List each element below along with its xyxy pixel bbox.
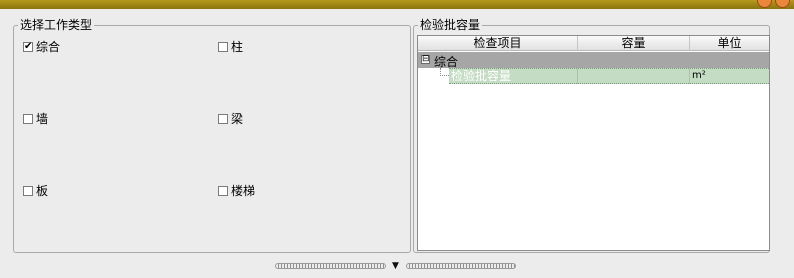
checkbox-louti[interactable]: 楼梯	[218, 182, 255, 199]
checkbox-label: 墙	[36, 112, 49, 126]
column-header-capacity[interactable]: 容量	[578, 36, 690, 51]
splitter-grip-right[interactable]	[405, 263, 516, 269]
checkbox-box[interactable]	[218, 41, 228, 52]
checkbox-box[interactable]	[218, 113, 228, 124]
batch-capacity-group: 检验批容量 检查项目 容量 单位 ⊟ 综合 检验批容量 m²	[413, 18, 770, 253]
column-header-unit[interactable]: 单位	[690, 36, 769, 51]
cell-item[interactable]: 检验批容量	[449, 69, 578, 84]
checkbox-label: 楼梯	[231, 184, 256, 198]
minimize-button[interactable]	[757, 0, 772, 8]
panel-splitter[interactable]: ▼	[275, 262, 516, 271]
checkbox-ban[interactable]: 板	[23, 182, 48, 199]
table-group-row[interactable]: ⊟ 综合	[418, 52, 769, 69]
chevron-down-icon[interactable]: ▼	[386, 262, 406, 271]
checkbox-zhu[interactable]: 柱	[218, 38, 243, 55]
table-row[interactable]: 检验批容量 m²	[449, 68, 769, 84]
batch-capacity-legend: 检验批容量	[418, 18, 483, 32]
checkbox-box[interactable]	[23, 113, 33, 124]
collapse-icon[interactable]: ⊟	[421, 55, 430, 64]
checkbox-liang[interactable]: 梁	[218, 110, 243, 127]
checkbox-box[interactable]	[218, 185, 228, 196]
cell-capacity[interactable]	[578, 69, 690, 84]
checkbox-label: 板	[36, 184, 49, 198]
work-type-legend: 选择工作类型	[18, 18, 95, 32]
splitter-grip-left[interactable]	[275, 263, 386, 269]
table-header: 检查项目 容量 单位	[418, 36, 769, 51]
checkbox-qiang[interactable]: 墙	[23, 110, 48, 127]
checkbox-box[interactable]: ✔	[23, 41, 33, 52]
close-button[interactable]	[775, 0, 790, 8]
capacity-table[interactable]: 检查项目 容量 单位 ⊟ 综合 检验批容量 m²	[417, 35, 770, 251]
checkbox-label: 综合	[36, 40, 61, 54]
checkbox-label: 柱	[231, 40, 244, 54]
window-titlebar	[0, 0, 794, 9]
tree-connector	[440, 68, 449, 76]
checkbox-label: 梁	[231, 112, 244, 126]
cell-unit[interactable]: m²	[690, 69, 769, 84]
checkbox-box[interactable]	[23, 185, 33, 196]
checkbox-zonghe[interactable]: ✔ 综合	[23, 38, 60, 55]
work-type-group: 选择工作类型 ✔ 综合 柱 墙 梁 板 楼梯	[13, 18, 411, 253]
column-header-item[interactable]: 检查项目	[418, 36, 578, 51]
